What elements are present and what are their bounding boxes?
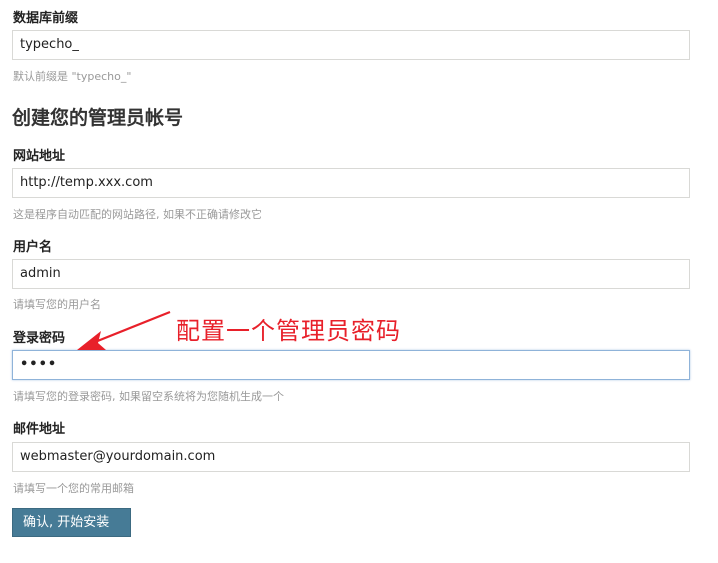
site-url-input[interactable]: http://temp.xxx.com [12, 168, 690, 198]
db-prefix-label: 数据库前缀 [13, 11, 79, 26]
site-url-hint: 这是程序自动匹配的网站路径, 如果不正确请修改它 [13, 208, 262, 221]
email-hint: 请填写一个您的常用邮箱 [13, 482, 134, 495]
db-prefix-input[interactable]: typecho_ [12, 30, 690, 60]
site-url-label: 网站地址 [13, 149, 66, 164]
username-input[interactable]: admin [12, 259, 690, 289]
email-input[interactable]: webmaster@yourdomain.com [12, 442, 690, 472]
submit-install-button[interactable]: 确认, 开始安装 » [12, 508, 131, 557]
username-hint: 请填写您的用户名 [13, 298, 101, 311]
annotation-text: 配置一个管理员密码 [176, 317, 401, 345]
password-label: 登录密码 [13, 331, 66, 346]
db-prefix-hint: 默认前缀是 "typecho_" [13, 70, 132, 83]
password-hint: 请填写您的登录密码, 如果留空系统将为您随机生成一个 [13, 390, 284, 403]
email-label: 邮件地址 [13, 422, 66, 437]
password-input[interactable]: •••• [12, 350, 690, 380]
username-label: 用户名 [13, 240, 53, 255]
install-form: 数据库前缀 typecho_ 默认前缀是 "typecho_" 创建您的管理员帐… [0, 0, 718, 557]
admin-section-title: 创建您的管理员帐号 [12, 107, 184, 129]
